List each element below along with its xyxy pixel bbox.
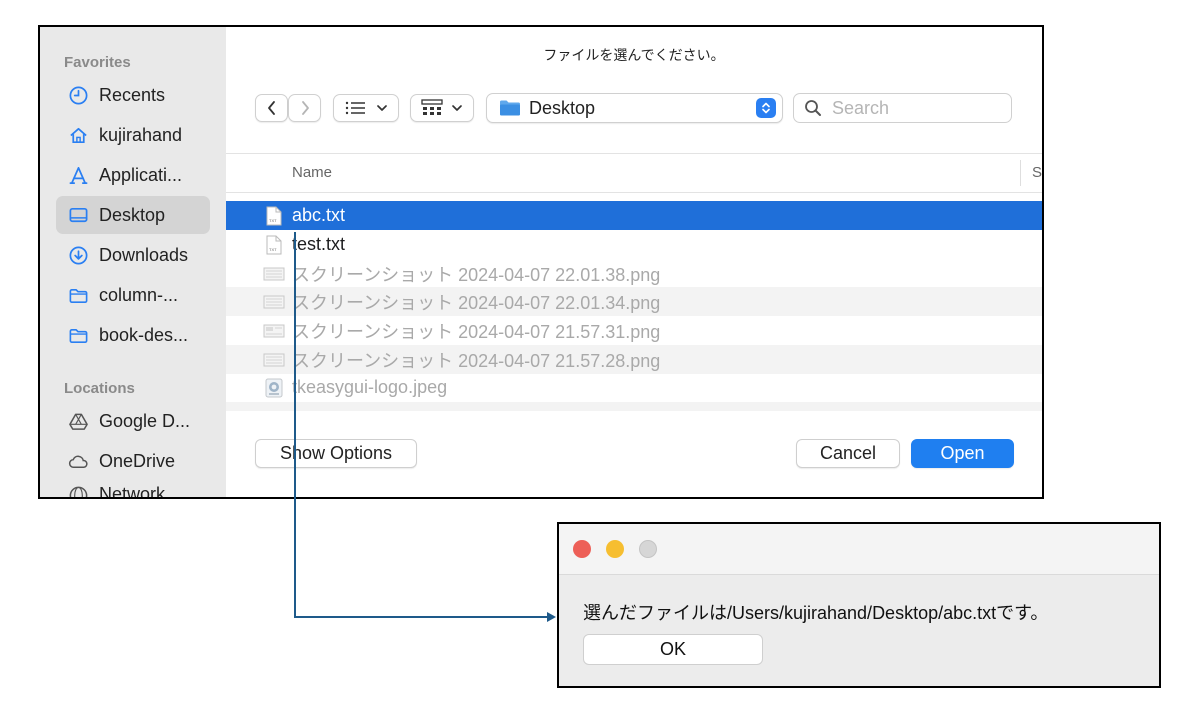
- file-name: スクリーンショット 2024-04-07 21.57.31.png: [292, 321, 661, 342]
- column-header-size[interactable]: S: [1032, 164, 1042, 181]
- sidebar-item-label: Google D...: [99, 410, 191, 431]
- chevron-down-icon: [377, 105, 387, 111]
- sidebar-item-network[interactable]: Network: [56, 482, 210, 498]
- open-button[interactable]: Open: [911, 439, 1014, 468]
- sidebar-item-label: Network: [99, 484, 166, 498]
- cancel-button[interactable]: Cancel: [796, 439, 900, 468]
- close-button[interactable]: [573, 540, 591, 558]
- dialog-title: ファイルを選んでください。: [543, 47, 725, 63]
- network-icon: [67, 484, 89, 497]
- forward-button[interactable]: [288, 94, 321, 122]
- sidebar-item-onedrive[interactable]: OneDrive: [56, 442, 210, 480]
- back-button[interactable]: [255, 94, 288, 122]
- folder-icon: [67, 284, 89, 306]
- list-view-button[interactable]: [333, 94, 399, 122]
- desktop-icon: [67, 204, 89, 226]
- download-icon: [67, 244, 89, 266]
- folder-icon: [67, 324, 89, 346]
- show-options-button[interactable]: Show Options: [255, 439, 417, 468]
- file-list-header: Name S: [226, 153, 1042, 193]
- home-icon: [67, 124, 89, 146]
- image-file-icon: [263, 353, 285, 367]
- file-row: スクリーンショット 2024-04-07 21.57.31.png: [226, 316, 1042, 345]
- sidebar-item-label: OneDrive: [99, 450, 176, 471]
- image-file-icon: [263, 324, 285, 338]
- file-row: スクリーンショット 2024-04-07 22.01.38.png: [226, 259, 1042, 288]
- file-name: スクリーンショット 2024-04-07 21.57.28.png: [292, 350, 661, 371]
- file-name: abc.txt: [292, 205, 346, 225]
- search-input[interactable]: [830, 96, 994, 120]
- file-row[interactable]: TXT abc.txt: [226, 201, 1042, 230]
- sidebar-item-label: Desktop: [99, 204, 166, 225]
- applications-icon: [67, 164, 89, 186]
- window-titlebar: [559, 524, 1159, 575]
- sidebar-section-locations: Locations: [64, 380, 135, 397]
- text-file-icon: TXT: [263, 206, 285, 226]
- sidebar-section-favorites: Favorites: [64, 54, 131, 71]
- sidebar-item-label: Downloads: [99, 244, 189, 265]
- sidebar-item-label: kujirahand: [99, 124, 183, 145]
- minimize-button[interactable]: [606, 540, 624, 558]
- sidebar: Favorites Recents kujirahand Applicati..…: [40, 27, 226, 497]
- ok-button[interactable]: OK: [583, 634, 763, 665]
- file-row: スクリーンショット 2024-04-07 21.57.28.png: [226, 345, 1042, 374]
- clock-icon: [67, 84, 89, 106]
- chevron-left-icon: [267, 101, 275, 115]
- search-field: [793, 93, 1012, 123]
- sidebar-item-home[interactable]: kujirahand: [56, 116, 210, 154]
- updown-icon: [756, 98, 776, 118]
- search-icon: [805, 100, 821, 116]
- file-row: スクリーンショット 2024-04-07 22.01.34.png: [226, 287, 1042, 316]
- sidebar-item-applications[interactable]: Applicati...: [56, 156, 210, 194]
- drive-icon: [67, 410, 89, 432]
- grid-view-button[interactable]: [410, 94, 474, 122]
- sidebar-item-google-drive[interactable]: Google D...: [56, 402, 210, 440]
- cloud-icon: [67, 450, 89, 472]
- location-select[interactable]: Desktop: [486, 93, 783, 123]
- column-divider[interactable]: [1020, 160, 1021, 186]
- sidebar-item-label: column-...: [99, 284, 179, 305]
- column-header-name[interactable]: Name: [292, 164, 332, 181]
- image-file-icon: [263, 267, 285, 281]
- file-row[interactable]: TXT test.txt: [226, 230, 1042, 259]
- file-name: スクリーンショット 2024-04-07 22.01.38.png: [292, 264, 661, 285]
- file-open-dialog: Favorites Recents kujirahand Applicati..…: [38, 25, 1044, 499]
- chevron-right-icon: [301, 101, 309, 115]
- dialog-main: ファイルを選んでください。 Desktop Search Name S TXT …: [226, 27, 1042, 497]
- file-name: スクリーンショット 2024-04-07 22.01.34.png: [292, 292, 661, 313]
- sidebar-item-book[interactable]: book-des...: [56, 316, 210, 354]
- text-file-icon: TXT: [263, 235, 285, 255]
- sidebar-item-recents[interactable]: Recents: [56, 76, 210, 114]
- list-icon: [345, 101, 365, 115]
- file-row-partial: [226, 402, 1042, 411]
- sidebar-item-label: Applicati...: [99, 164, 183, 185]
- file-list: TXT abc.txt TXT test.txt スクリーンショット 2024-…: [226, 201, 1042, 411]
- zoom-button[interactable]: [639, 540, 657, 558]
- folder-icon: [500, 100, 520, 116]
- file-row: tkeasygui-logo.jpeg: [226, 373, 1042, 402]
- result-message: 選んだファイルは/Users/kujirahand/Desktop/abc.tx…: [583, 603, 1049, 623]
- svg-text:TXT: TXT: [269, 247, 277, 252]
- sidebar-item-downloads[interactable]: Downloads: [56, 236, 210, 274]
- sidebar-item-label: Recents: [99, 84, 166, 105]
- chevron-down-icon: [452, 105, 462, 111]
- sidebar-item-label: book-des...: [99, 324, 189, 345]
- file-name: tkeasygui-logo.jpeg: [292, 377, 448, 397]
- svg-text:TXT: TXT: [269, 218, 277, 223]
- location-label: Desktop: [529, 97, 596, 118]
- sidebar-item-column[interactable]: column-...: [56, 276, 210, 314]
- sidebar-item-desktop[interactable]: Desktop: [56, 196, 210, 234]
- result-window: 選んだファイルは/Users/kujirahand/Desktop/abc.tx…: [557, 522, 1161, 688]
- file-name: test.txt: [292, 234, 346, 254]
- grid-icon: [421, 99, 443, 115]
- image-file-icon: [263, 378, 285, 398]
- image-file-icon: [263, 295, 285, 309]
